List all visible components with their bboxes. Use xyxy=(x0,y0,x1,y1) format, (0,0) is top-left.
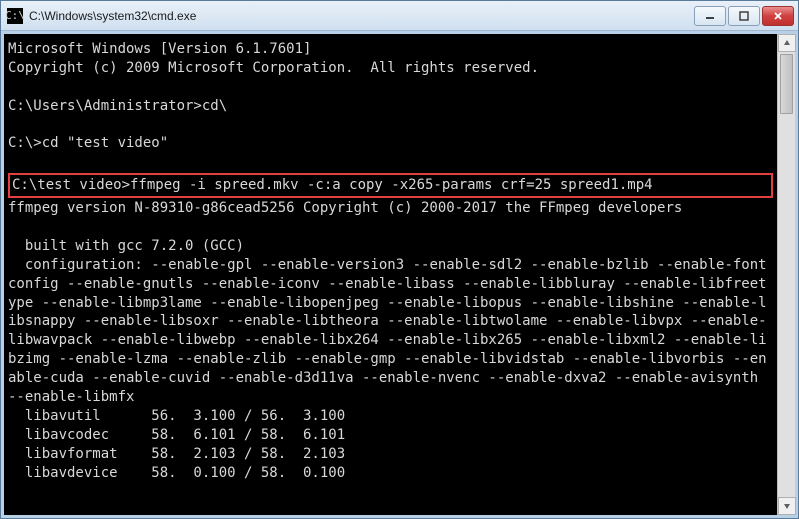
highlighted-command: C:\test video>ffmpeg -i spreed.mkv -c:a … xyxy=(8,173,773,198)
vertical-scrollbar[interactable] xyxy=(777,34,795,515)
console-area: Microsoft Windows [Version 6.1.7601] Cop… xyxy=(1,31,798,518)
cmd-icon: C:\ xyxy=(7,8,23,24)
output-line: configuration: --enable-gpl --enable-ver… xyxy=(8,257,767,405)
close-button[interactable] xyxy=(762,6,794,26)
output-line: C:\>cd "test video" xyxy=(8,135,168,151)
window-controls xyxy=(692,6,794,26)
output-line: ffmpeg version N-89310-g86cead5256 Copyr… xyxy=(8,200,682,216)
output-line: Microsoft Windows [Version 6.1.7601] xyxy=(8,41,311,57)
scroll-up-arrow[interactable] xyxy=(778,34,796,52)
output-line: C:\Users\Administrator>cd\ xyxy=(8,98,227,114)
scroll-track[interactable] xyxy=(778,52,795,497)
cmd-window: C:\ C:\Windows\system32\cmd.exe Microsof… xyxy=(0,0,799,519)
output-line: libavcodec 58. 6.101 / 58. 6.101 xyxy=(8,427,345,443)
scroll-down-arrow[interactable] xyxy=(778,497,796,515)
console-output[interactable]: Microsoft Windows [Version 6.1.7601] Cop… xyxy=(4,34,777,515)
output-line: built with gcc 7.2.0 (GCC) xyxy=(8,238,244,254)
minimize-button[interactable] xyxy=(694,6,726,26)
window-title: C:\Windows\system32\cmd.exe xyxy=(29,9,692,23)
titlebar[interactable]: C:\ C:\Windows\system32\cmd.exe xyxy=(1,1,798,31)
output-line: libavutil 56. 3.100 / 56. 3.100 xyxy=(8,408,345,424)
maximize-button[interactable] xyxy=(728,6,760,26)
output-line: libavdevice 58. 0.100 / 58. 0.100 xyxy=(8,465,345,481)
output-line: libavformat 58. 2.103 / 58. 2.103 xyxy=(8,446,345,462)
output-line: Copyright (c) 2009 Microsoft Corporation… xyxy=(8,60,539,76)
scroll-thumb[interactable] xyxy=(780,54,793,114)
